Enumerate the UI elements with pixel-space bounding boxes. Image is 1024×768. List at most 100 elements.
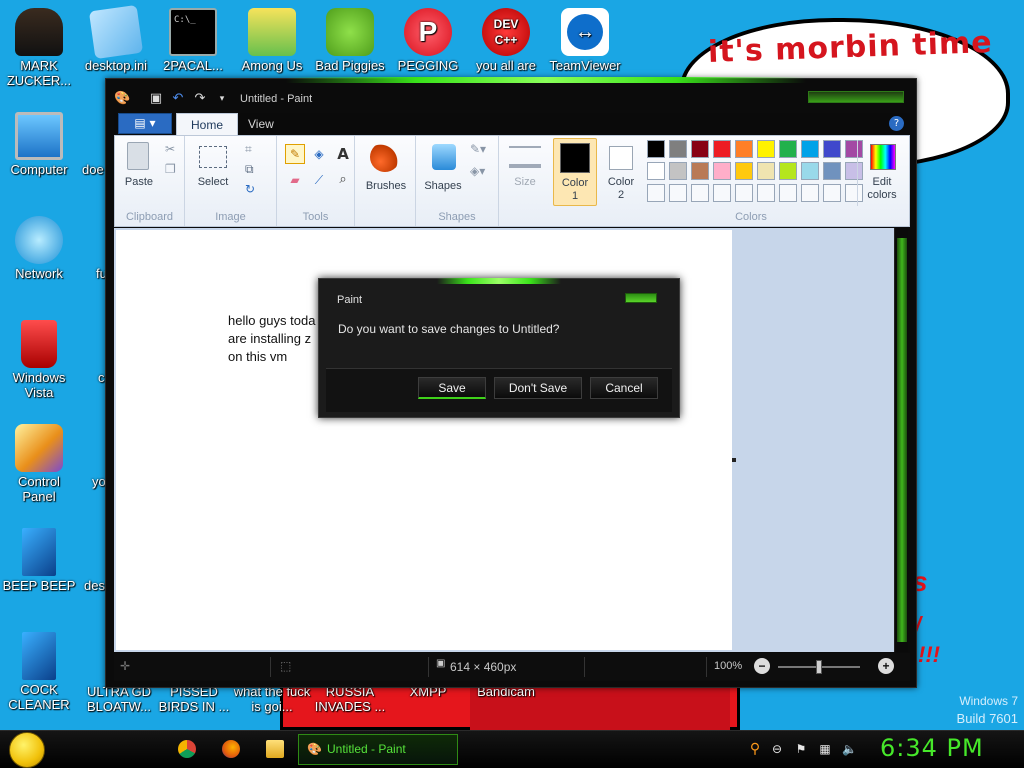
palette-swatch[interactable] <box>801 162 819 180</box>
palette-swatch[interactable] <box>757 140 775 158</box>
desktop-icon-control-panel[interactable]: Control Panel <box>0 424 78 504</box>
fill-icon[interactable]: ◈ <box>309 144 329 164</box>
resize-icon[interactable]: ⧉ <box>245 162 254 177</box>
edit-colors-button[interactable]: Edit colors <box>857 140 905 206</box>
palette-swatch[interactable] <box>735 140 753 158</box>
palette-swatch[interactable] <box>779 140 797 158</box>
firefox-icon[interactable] <box>222 740 240 758</box>
desktop-icon-beep-beep[interactable]: BEEP BEEP <box>0 528 78 593</box>
palette-swatch[interactable] <box>779 162 797 180</box>
desktop-icon-computer[interactable]: Computer <box>0 112 78 177</box>
dialog-close-button[interactable] <box>625 293 657 303</box>
copy-icon[interactable]: ❐ <box>165 162 176 176</box>
save-icon[interactable]: ▣ <box>148 91 164 107</box>
search-icon[interactable]: ⚲ <box>748 742 762 756</box>
cut-icon[interactable]: ✂ <box>165 142 175 156</box>
palette-swatch[interactable] <box>801 140 819 158</box>
zoom-slider-thumb[interactable] <box>816 660 822 674</box>
taskbar-clock[interactable]: 6:34 PM <box>880 734 1000 762</box>
custom-color-swatch[interactable] <box>779 184 797 202</box>
cancel-button[interactable]: Cancel <box>590 377 658 399</box>
desktop-icon-ultra-gd[interactable]: ULTRA GD BLOATW... <box>80 684 158 714</box>
eraser-icon[interactable]: ▰ <box>285 170 305 190</box>
folder-icon[interactable] <box>266 740 284 758</box>
palette-swatch[interactable] <box>713 140 731 158</box>
palette-swatch[interactable] <box>735 162 753 180</box>
brushes-button[interactable]: Brushes <box>361 140 411 206</box>
palette-swatch[interactable] <box>647 140 665 158</box>
desktop-icon-desktop-ini[interactable]: desktop.ini <box>77 4 155 73</box>
app-menu-button[interactable]: ▤ ▾ <box>118 113 172 134</box>
undo-icon[interactable]: ↶ <box>170 91 186 107</box>
desktop-icon-pissed-birds[interactable]: PISSED BIRDS IN ... <box>155 684 233 714</box>
window-control-buttons[interactable] <box>808 91 904 103</box>
shapes-button[interactable]: Shapes <box>422 140 464 202</box>
crop-icon[interactable]: ⌗ <box>245 142 252 157</box>
palette-swatch[interactable] <box>647 162 665 180</box>
rotate-icon[interactable]: ↻ <box>245 182 255 196</box>
palette-swatch[interactable] <box>823 140 841 158</box>
vertical-scrollbar[interactable] <box>894 228 908 652</box>
network-tray-icon[interactable]: ▦ <box>818 742 832 756</box>
taskbar-paint-button[interactable]: 🎨 Untitled - Paint <box>298 734 458 765</box>
start-button[interactable] <box>9 732 45 768</box>
desktop-icon-mark-zucker[interactable]: MARK ZUCKER... <box>0 8 78 88</box>
desktop-icon-network[interactable]: Network <box>0 216 78 281</box>
custom-color-swatch[interactable] <box>801 184 819 202</box>
custom-color-swatch[interactable] <box>691 184 709 202</box>
desktop-icon-teamviewer[interactable]: ↔ TeamViewer <box>546 8 624 73</box>
palette-swatch[interactable] <box>823 162 841 180</box>
tab-view[interactable]: View <box>234 113 288 135</box>
desktop-icon-among-us[interactable]: Among Us <box>233 8 311 73</box>
desktop-icon-2pacal[interactable]: C:\_ 2PACAL... <box>154 8 232 73</box>
desktop-icon-cock-cleaner[interactable]: COCK CLEANER <box>0 632 78 712</box>
volume-icon[interactable]: 🔈 <box>842 742 857 756</box>
desktop-icon-russia[interactable]: RUSSIA INVADES ... <box>311 684 389 714</box>
taskbar: 🎨 Untitled - Paint ⚲ ⊖ ⚑ ▦ 🔈 6:34 PM <box>0 730 1024 768</box>
desktop-icon-bad-piggies[interactable]: Bad Piggies <box>311 8 389 73</box>
redo-icon[interactable]: ↷ <box>192 91 208 107</box>
canvas-resize-handle[interactable] <box>732 458 736 462</box>
zoom-out-icon[interactable]: − <box>754 658 770 674</box>
custom-color-swatch[interactable] <box>669 184 687 202</box>
minus-icon[interactable]: ⊖ <box>770 742 784 756</box>
dont-save-button[interactable]: Don't Save <box>494 377 582 399</box>
paste-button[interactable]: Paste <box>121 140 155 200</box>
chrome-icon[interactable] <box>178 740 196 758</box>
magnifier-icon[interactable]: ⌕ <box>333 170 353 190</box>
palette-swatch[interactable] <box>669 140 687 158</box>
custom-color-swatch[interactable] <box>647 184 665 202</box>
zoom-slider[interactable] <box>778 660 860 674</box>
palette-swatch[interactable] <box>691 140 709 158</box>
scrollbar-thumb[interactable] <box>897 238 907 642</box>
text-icon[interactable]: A <box>333 144 353 164</box>
paint-app-icon[interactable]: 🎨 <box>114 91 130 107</box>
palette-swatch[interactable] <box>757 162 775 180</box>
custom-color-swatch[interactable] <box>735 184 753 202</box>
select-button[interactable]: Select <box>193 144 233 202</box>
custom-color-swatch[interactable] <box>713 184 731 202</box>
outline-icon[interactable]: ✎▾ <box>470 142 486 156</box>
tab-home[interactable]: Home <box>176 113 239 135</box>
color-picker-icon[interactable]: ⟋ <box>309 170 329 190</box>
palette-swatch[interactable] <box>691 162 709 180</box>
custom-color-swatch[interactable] <box>757 184 775 202</box>
desktop-icon-windows-vista[interactable]: Windows Vista <box>0 320 78 400</box>
palette-swatch[interactable] <box>713 162 731 180</box>
color2-button[interactable]: Color 2 <box>599 138 643 206</box>
desktop-icon-you-all-are[interactable]: DEV C++ you all are <box>467 8 545 73</box>
color1-button[interactable]: Color 1 <box>553 138 597 206</box>
customize-quick-access-icon[interactable]: ▾ <box>214 91 230 107</box>
size-button[interactable]: Size <box>503 140 547 206</box>
palette-swatch[interactable] <box>669 162 687 180</box>
action-center-flag-icon[interactable]: ⚑ <box>794 742 808 756</box>
desktop-icon-what-the[interactable]: what the fuck is goi... <box>233 684 311 714</box>
desktop-icon-pegging[interactable]: P PEGGING <box>389 8 467 73</box>
fill-shape-icon[interactable]: ◈▾ <box>470 164 485 178</box>
help-icon[interactable]: ? <box>889 116 904 131</box>
title-bar[interactable]: 🎨 ▣ ↶ ↷ ▾ Untitled - Paint <box>106 87 918 113</box>
save-button[interactable]: Save <box>418 377 486 399</box>
zoom-in-icon[interactable]: + <box>878 658 894 674</box>
pencil-icon[interactable]: ✎ <box>285 144 305 164</box>
custom-color-swatch[interactable] <box>823 184 841 202</box>
